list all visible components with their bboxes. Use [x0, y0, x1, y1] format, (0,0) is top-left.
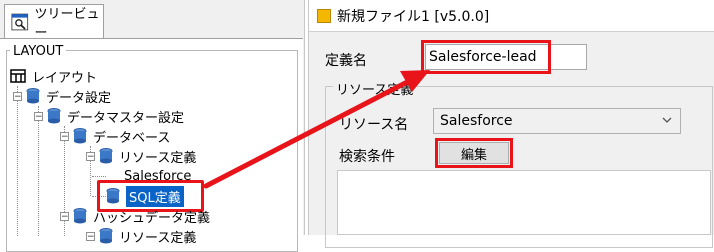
definition-name-label: 定義名 [325, 53, 367, 69]
tree-node-layout[interactable]: レイアウト [10, 66, 97, 86]
tree-node-label: データ設定 [46, 90, 112, 106]
highlight-box [421, 40, 551, 74]
search-condition-label: 検索条件 [339, 149, 395, 165]
window-titlebar: 新規ファイル1 [v5.0.0] [309, 0, 714, 32]
collapse-icon[interactable]: − [60, 131, 69, 141]
tab-label: ツリービュー [34, 6, 100, 41]
tree-node-label: リソース定義 [119, 150, 197, 166]
resource-name-select[interactable]: Salesforce [433, 108, 681, 134]
tree-view-tab[interactable]: ツリービュー [4, 4, 104, 41]
tree-node-label: リソース定義 [119, 230, 197, 246]
tree-node-label: ハッシュデータ定義 [93, 210, 211, 226]
tree-node-resource-definition[interactable]: − リソース定義 [86, 146, 196, 166]
collapse-icon[interactable]: − [60, 211, 69, 221]
editor-panel: 新規ファイル1 [v5.0.0] 定義名 リソース定義 リソース名 Salesf… [308, 0, 714, 248]
tree-node-label: データマスター設定 [67, 110, 185, 126]
resource-name-value: Salesforce [440, 113, 513, 129]
chevron-down-icon [662, 117, 672, 123]
tree-node-label: レイアウト [32, 70, 98, 86]
search-condition-textarea[interactable] [337, 170, 711, 235]
collapse-icon[interactable]: − [34, 111, 43, 121]
collapse-icon[interactable]: − [86, 151, 95, 161]
window-icon [317, 8, 331, 23]
collapse-icon[interactable]: − [13, 91, 22, 101]
layout-group-legend: LAYOUT [10, 44, 67, 59]
tree-node-data-settings[interactable]: − データ設定 [13, 86, 111, 106]
resource-name-label: リソース名 [339, 117, 409, 133]
database-icon [99, 148, 113, 164]
database-icon [99, 228, 113, 244]
tree-node-data-master-settings[interactable]: − データマスター設定 [34, 106, 184, 126]
window-title: 新規ファイル1 [v5.0.0] [337, 8, 490, 25]
tree-connector [92, 176, 106, 177]
tree-node-label: データベース [93, 130, 171, 146]
tree-connector [17, 86, 18, 236]
layout-icon [10, 69, 26, 83]
tree-node-database[interactable]: − データベース [60, 126, 170, 146]
tree-view-icon [11, 13, 29, 30]
tree-node-resource-definition-2[interactable]: − リソース定義 [86, 226, 196, 246]
collapse-icon[interactable]: − [86, 231, 95, 241]
database-icon [47, 108, 61, 124]
database-icon [26, 88, 40, 104]
resource-definition-legend: リソース定義 [333, 79, 417, 98]
highlight-box [435, 138, 513, 168]
database-icon [73, 208, 87, 224]
tree-node-hash-data-definition[interactable]: − ハッシュデータ定義 [60, 206, 210, 226]
database-icon [73, 128, 87, 144]
